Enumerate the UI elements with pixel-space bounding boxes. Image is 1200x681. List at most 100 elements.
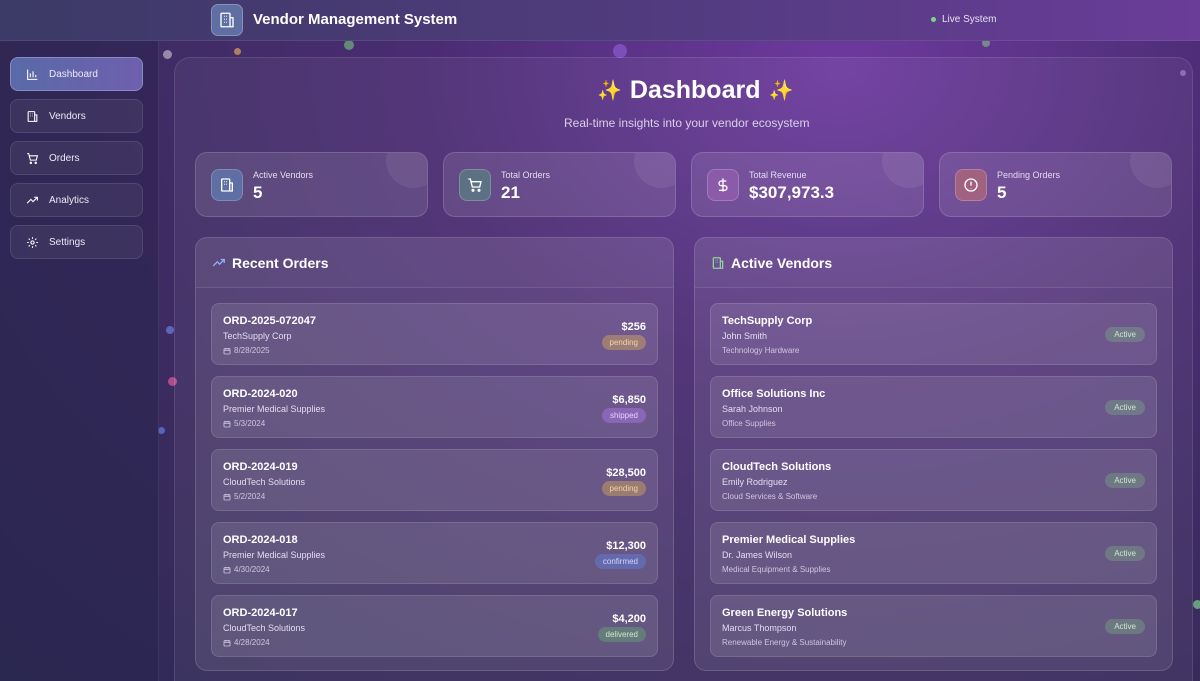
vendor-row[interactable]: CloudTech Solutions Emily Rodriguez Clou… (710, 449, 1157, 511)
order-date-text: 5/2/2024 (234, 492, 266, 501)
status-badge: Active (1105, 546, 1145, 561)
vendor-name: CloudTech Solutions (722, 461, 832, 473)
status-badge: Active (1105, 400, 1145, 415)
order-date: 4/30/2024 (223, 565, 270, 574)
gear-icon (27, 236, 38, 248)
live-status-label: Live System (942, 14, 997, 25)
sidebar-item-vendors[interactable]: Vendors (10, 99, 143, 133)
vendor-category: Technology Hardware (722, 346, 800, 355)
order-amount: $28,500 (606, 467, 646, 479)
vendor-name: Office Solutions Inc (722, 388, 826, 400)
sidebar-item-analytics[interactable]: Analytics (10, 183, 143, 217)
stat-card-total-orders: Total Orders 21 (443, 152, 676, 217)
status-badge: delivered (597, 627, 646, 642)
trending-up-icon (26, 196, 38, 204)
order-date-text: 8/28/2025 (234, 346, 270, 355)
stat-label: Pending Orders (997, 170, 1061, 180)
order-amount: $6,850 (612, 394, 646, 406)
cart-icon (459, 169, 491, 201)
order-row[interactable]: ORD-2024-019 CloudTech Solutions 5/2/202… (211, 449, 658, 511)
building-icon (211, 169, 243, 201)
status-badge: shipped (601, 408, 646, 423)
order-row[interactable]: ORD-2024-017 CloudTech Solutions 4/28/20… (211, 595, 658, 657)
sidebar: Dashboard Vendors Orders Analytics Setti… (0, 41, 159, 681)
page-title: ✨ Dashboard ✨ (597, 76, 793, 105)
status-badge: Active (1105, 327, 1145, 342)
status-badge: Active (1105, 473, 1145, 488)
stat-value: 21 (501, 183, 520, 202)
sidebar-item-settings[interactable]: Settings (10, 225, 143, 259)
vendor-contact: Dr. James Wilson (722, 550, 793, 560)
order-id: ORD-2024-017 (223, 607, 298, 619)
order-row[interactable]: ORD-2024-020 Premier Medical Supplies 5/… (211, 376, 658, 438)
vendor-contact: Marcus Thompson (722, 623, 797, 633)
order-id: ORD-2025-072047 (223, 315, 316, 327)
vendor-name: Green Energy Solutions (722, 607, 848, 619)
status-dot-icon (931, 17, 936, 22)
stat-card-total-revenue: Total Revenue $307,973.3 (691, 152, 924, 217)
stat-value: 5 (253, 183, 263, 202)
vendor-row[interactable]: TechSupply Corp John Smith Technology Ha… (710, 303, 1157, 365)
order-date: 5/2/2024 (223, 492, 265, 501)
sidebar-item-orders[interactable]: Orders (10, 141, 143, 175)
sparkle-icon: ✨ (768, 80, 794, 102)
active-vendors-header: Active Vendors (695, 238, 1172, 288)
order-id: ORD-2024-020 (223, 388, 298, 400)
sidebar-item-label: Vendors (49, 110, 86, 122)
order-row[interactable]: ORD-2024-018 Premier Medical Supplies 4/… (211, 522, 658, 584)
page-subtitle: Real-time insights into your vendor ecos… (564, 116, 810, 130)
order-amount: $256 (621, 321, 646, 333)
order-id: ORD-2024-019 (223, 461, 298, 473)
order-amount: $4,200 (612, 613, 646, 625)
status-badge: Active (1105, 619, 1145, 634)
building-icon (27, 110, 38, 122)
vendor-contact: Emily Rodriguez (722, 477, 788, 487)
order-date: 5/3/2024 (223, 419, 265, 428)
stat-card-pending-orders: Pending Orders 5 (939, 152, 1172, 217)
panel-title: Active Vendors (731, 254, 833, 271)
stat-card-active-vendors: Active Vendors 5 (195, 152, 428, 217)
calendar-icon (223, 639, 231, 646)
live-status: Live System (931, 14, 996, 25)
active-vendors-panel: Active Vendors TechSupply Corp John Smit… (694, 237, 1173, 671)
vendor-contact: John Smith (722, 331, 768, 341)
order-vendor: Premier Medical Supplies (223, 550, 326, 560)
vendor-category: Medical Equipment & Supplies (722, 565, 831, 574)
calendar-icon (223, 566, 231, 573)
recent-orders-header: Recent Orders (196, 238, 673, 288)
order-id: ORD-2024-018 (223, 534, 298, 546)
status-badge: confirmed (594, 554, 646, 569)
order-vendor: CloudTech Solutions (223, 623, 306, 633)
vendor-row[interactable]: Green Energy Solutions Marcus Thompson R… (710, 595, 1157, 657)
cart-icon (27, 152, 39, 164)
stat-value: 5 (997, 183, 1007, 202)
vendor-row[interactable]: Premier Medical Supplies Dr. James Wilso… (710, 522, 1157, 584)
sidebar-item-label: Analytics (49, 194, 90, 206)
order-vendor: TechSupply Corp (223, 331, 292, 341)
vendor-row[interactable]: Office Solutions Inc Sarah Johnson Offic… (710, 376, 1157, 438)
sidebar-item-label: Settings (49, 236, 86, 248)
stat-value: $307,973.3 (749, 183, 835, 202)
vendor-category: Renewable Energy & Sustainability (722, 638, 847, 647)
sidebar-item-dashboard[interactable]: Dashboard (10, 57, 143, 91)
vendor-category: Cloud Services & Software (722, 492, 818, 501)
order-date: 4/28/2024 (223, 638, 270, 647)
vendor-contact: Sarah Johnson (722, 404, 783, 414)
dollar-icon (707, 169, 739, 201)
bar-chart-icon (27, 69, 38, 80)
stat-label: Active Vendors (253, 170, 314, 180)
sidebar-item-label: Orders (49, 152, 80, 164)
page-title-text: Dashboard (629, 76, 761, 104)
order-date-text: 4/28/2024 (234, 638, 270, 647)
trending-up-icon (212, 258, 225, 266)
order-date: 8/28/2025 (223, 346, 270, 355)
calendar-icon (223, 493, 231, 500)
panel-title: Recent Orders (232, 254, 329, 271)
order-date-text: 4/30/2024 (234, 565, 270, 574)
calendar-icon (223, 347, 231, 354)
vendor-name: Premier Medical Supplies (722, 534, 856, 546)
calendar-icon (223, 420, 231, 427)
stat-label: Total Revenue (749, 170, 807, 180)
order-row[interactable]: ORD-2025-072047 TechSupply Corp 8/28/202… (211, 303, 658, 365)
stat-label: Total Orders (501, 170, 551, 180)
